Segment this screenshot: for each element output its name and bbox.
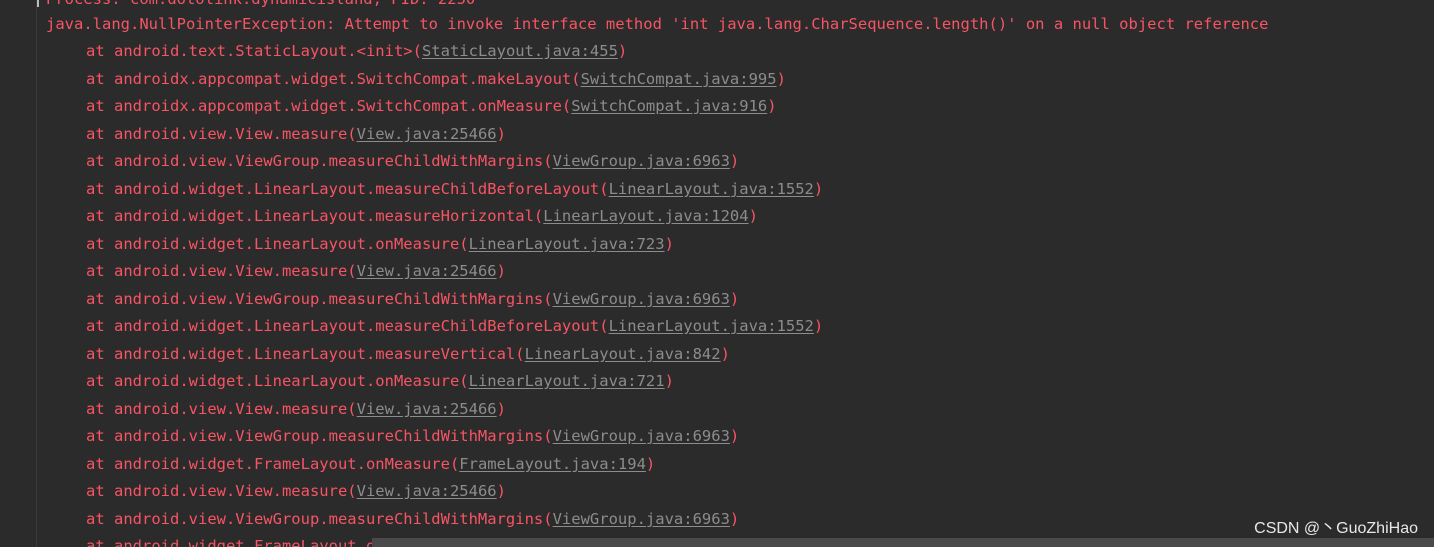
- frame-method: at android.view.ViewGroup.measureChildWi…: [86, 510, 553, 528]
- source-link[interactable]: ViewGroup.java:6963: [553, 290, 730, 308]
- stack-frame: at android.widget.LinearLayout.measureHo…: [86, 206, 758, 226]
- caret-marker: [37, 0, 39, 7]
- gutter-divider: [36, 0, 37, 547]
- stack-frame: at android.widget.LinearLayout.measureCh…: [86, 179, 823, 199]
- stack-frame: at android.view.ViewGroup.measureChildWi…: [86, 289, 739, 309]
- frame-close-paren: ): [496, 482, 506, 500]
- frame-method: at android.view.View.measure(: [86, 262, 357, 280]
- frame-close-paren: ): [748, 207, 758, 225]
- frame-method: at androidx.appcompat.widget.SwitchCompa…: [86, 97, 572, 115]
- frame-close-paren: ): [813, 317, 824, 335]
- frame-method: at android.view.View.measure(: [86, 482, 357, 500]
- exception-line: java.lang.NullPointerException: Attempt …: [46, 15, 1269, 33]
- stack-frame: at androidx.appcompat.widget.SwitchCompa…: [86, 96, 777, 116]
- stack-frame: at android.widget.LinearLayout.onMeasure…: [86, 234, 674, 254]
- stack-frame: at android.view.View.measure(View.java:2…: [86, 399, 506, 419]
- frame-method: at android.view.View.measure(: [86, 125, 357, 143]
- frame-close-paren: ): [729, 290, 740, 308]
- watermark: CSDN @丶GuoZhiHao: [1254, 520, 1418, 537]
- frame-close-paren: ): [729, 427, 740, 445]
- frame-close-paren: ): [496, 262, 506, 280]
- frame-method: at android.view.View.measure(: [86, 400, 357, 418]
- frame-close-paren: ): [664, 235, 674, 253]
- source-link[interactable]: LinearLayout.java:723: [469, 235, 665, 253]
- frame-close-paren: ): [729, 510, 740, 528]
- source-link[interactable]: SwitchCompat.java:995: [581, 70, 777, 88]
- frame-close-paren: ): [776, 70, 786, 88]
- source-link[interactable]: ViewGroup.java:6963: [553, 427, 730, 445]
- frame-close-paren: ): [496, 125, 506, 143]
- source-link[interactable]: ViewGroup.java:6963: [553, 152, 730, 170]
- source-link[interactable]: LinearLayout.java:1552: [609, 317, 814, 335]
- source-link[interactable]: View.java:25466: [357, 262, 497, 280]
- frame-method: at android.widget.LinearLayout.onMeasure…: [86, 235, 469, 253]
- stack-frame: at android.view.ViewGroup.measureChildWi…: [86, 426, 739, 446]
- stack-frame: at android.view.ViewGroup.measureChildWi…: [86, 509, 739, 529]
- frame-method: at android.widget.FrameLayout.onMeasure(: [86, 455, 460, 473]
- source-link[interactable]: View.java:25466: [357, 482, 497, 500]
- stack-frame: at android.widget.LinearLayout.onMeasure…: [86, 371, 674, 391]
- source-link[interactable]: FrameLayout.java:194: [459, 455, 646, 473]
- source-link[interactable]: LinearLayout.java:842: [525, 345, 721, 363]
- frame-method: at android.widget.LinearLayout.onMeasure…: [86, 372, 469, 390]
- frame-method: at android.text.StaticLayout.<init>(: [86, 42, 422, 60]
- stack-frame: at android.view.ViewGroup.measureChildWi…: [86, 151, 739, 171]
- frame-method: at android.widget.LinearLayout.measureHo…: [86, 207, 544, 225]
- source-link[interactable]: View.java:25466: [357, 400, 497, 418]
- frame-close-paren: ): [496, 400, 506, 418]
- stack-frame: at android.text.StaticLayout.<init>(Stat…: [86, 41, 627, 61]
- frame-close-paren: ): [617, 42, 628, 60]
- source-link[interactable]: LinearLayout.java:1552: [609, 180, 814, 198]
- frame-close-paren: ): [729, 152, 740, 170]
- source-link[interactable]: StaticLayout.java:455: [422, 42, 618, 60]
- source-link[interactable]: View.java:25466: [357, 125, 497, 143]
- stack-frame: at android.widget.LinearLayout.measureVe…: [86, 344, 730, 364]
- frame-close-paren: ): [645, 455, 656, 473]
- source-link[interactable]: LinearLayout.java:721: [469, 372, 665, 390]
- frame-method: at android.view.ViewGroup.measureChildWi…: [86, 290, 553, 308]
- frame-method: at androidx.appcompat.widget.SwitchCompa…: [86, 70, 581, 88]
- horizontal-scrollbar[interactable]: [372, 538, 1434, 547]
- stack-frame: at android.view.View.measure(View.java:2…: [86, 481, 506, 501]
- stack-frame: at android.view.View.measure(View.java:2…: [86, 261, 506, 281]
- frame-method: at android.widget.LinearLayout.measureCh…: [86, 180, 609, 198]
- frame-method: at android.widget.LinearLayout.measureVe…: [86, 345, 525, 363]
- frame-method: at android.widget.LinearLayout.measureCh…: [86, 317, 609, 335]
- source-link[interactable]: ViewGroup.java:6963: [553, 510, 730, 528]
- stack-frame: at android.view.View.measure(View.java:2…: [86, 124, 506, 144]
- frame-close-paren: ): [720, 345, 730, 363]
- stack-frame: at androidx.appcompat.widget.SwitchCompa…: [86, 69, 786, 89]
- frame-close-paren: ): [664, 372, 674, 390]
- stack-frame: at android.widget.LinearLayout.measureCh…: [86, 316, 823, 336]
- frame-method: at android.view.ViewGroup.measureChildWi…: [86, 427, 553, 445]
- process-line: Process: com.dotolink.dynamicisland, PID…: [46, 0, 475, 9]
- frame-method: at android.view.ViewGroup.measureChildWi…: [86, 152, 553, 170]
- source-link[interactable]: LinearLayout.java:1204: [543, 207, 748, 225]
- logcat-console[interactable]: Process: com.dotolink.dynamicisland, PID…: [0, 0, 1434, 547]
- frame-close-paren: ): [813, 180, 824, 198]
- stack-frame: at android.widget.FrameLayout.onMeasure(…: [86, 454, 655, 474]
- frame-close-paren: ): [767, 97, 777, 115]
- source-link[interactable]: SwitchCompat.java:916: [571, 97, 767, 115]
